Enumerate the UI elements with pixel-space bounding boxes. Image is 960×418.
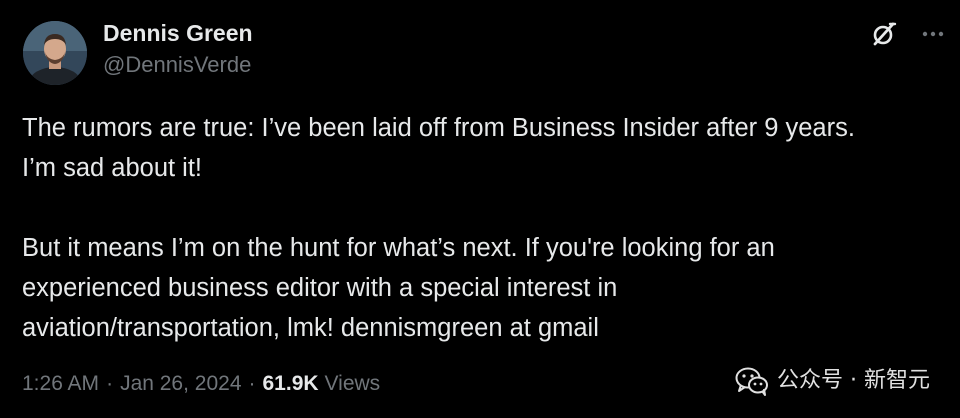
watermark-text: 公众号 · 新智元 [777,368,930,393]
author-handle[interactable]: @DennisVerde [103,52,253,78]
views-label: Views [324,372,381,395]
meta-separator: · [248,372,256,395]
more-icon[interactable] [920,21,946,47]
grok-icon[interactable] [870,20,898,48]
meta-separator: · [106,372,114,395]
tweet-top-actions [870,20,946,48]
author-info: Dennis Green @DennisVerde [103,19,253,78]
author-display-name[interactable]: Dennis Green [103,19,253,47]
watermark: 公众号 · 新智元 [735,366,930,396]
wechat-icon [735,367,769,396]
tweet-text: The rumors are true: I’ve been laid off … [22,114,855,342]
tweet-meta: 1:26 AM · Jan 26, 2024 · 61.9K Views [22,369,380,399]
avatar-image [23,21,87,85]
tweet-card: Dennis Green @DennisVerde The rumors are… [0,0,960,418]
tweet-date[interactable]: Jan 26, 2024 [120,369,241,399]
tweet-time[interactable]: 1:26 AM [22,369,99,399]
views-count: 61.9K [262,372,319,395]
avatar[interactable] [23,21,87,85]
